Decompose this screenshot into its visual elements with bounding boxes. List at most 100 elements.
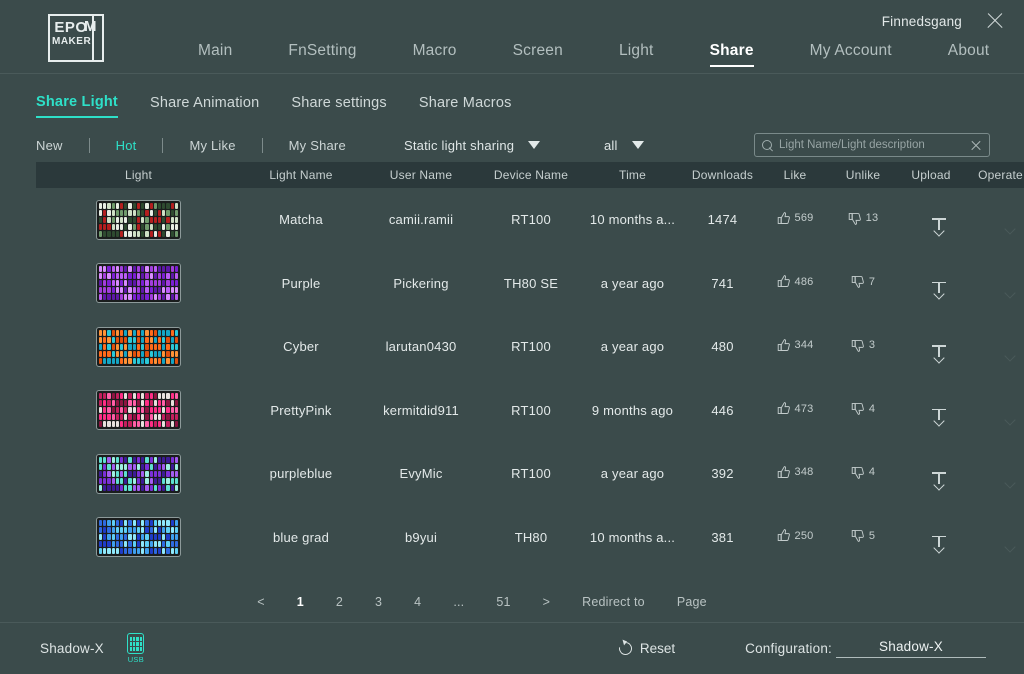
nav-item-my-account[interactable]: My Account [810,42,892,67]
nav-item-macro[interactable]: Macro [413,42,457,67]
column-operate: Operate [965,162,1024,188]
cell-upload[interactable] [897,442,965,506]
cell-unlike[interactable]: 7 [829,252,897,316]
reset-button[interactable]: Reset [619,641,675,656]
page-3[interactable]: 3 [359,595,398,609]
table-row[interactable]: Cyberlarutan0430RT100a year ago4803443 [36,315,1024,379]
cell-unlike[interactable]: 4 [829,442,897,506]
nav-item-main[interactable]: Main [198,42,232,67]
table-row[interactable]: blue gradb9yuiTH8010 months a...3812505 [36,506,1024,570]
cell-user-name: camii.ramii [361,188,481,252]
page-1[interactable]: 1 [281,595,320,609]
cell-light-name: purpleblue [241,442,361,506]
redirect-to-label: Redirect to [566,595,661,609]
tab-share-animation[interactable]: Share Animation [150,95,259,117]
cell-like[interactable]: 473 [761,379,829,443]
cell-operate[interactable] [965,315,1024,379]
user-area: Finnedsgang [882,10,1006,32]
cell-like[interactable]: 486 [761,252,829,316]
table-body: Matchacamii.ramiiRT10010 months a...1474… [36,188,1024,569]
table-row[interactable]: purpleblueEvyMicRT100a year ago3923484 [36,442,1024,506]
page-4[interactable]: 4 [398,595,437,609]
nav-item-about[interactable]: About [948,42,990,67]
cell-like[interactable]: 250 [761,506,829,570]
thumbs-up-icon [777,338,792,353]
reset-label: Reset [640,641,675,656]
thumbs-up-icon [777,401,792,416]
tab-share-settings[interactable]: Share settings [291,95,387,117]
cell-downloads: 446 [684,379,761,443]
light-preview-thumbnail[interactable] [96,263,181,303]
cell-downloads: 480 [684,315,761,379]
light-preview-thumbnail[interactable] [96,200,181,240]
cell-like[interactable]: 344 [761,315,829,379]
cell-upload[interactable] [897,379,965,443]
unlike-count: 4 [869,466,875,478]
filter-new[interactable]: New [36,138,89,153]
share-subtabs: Share Light Share Animation Share settin… [0,74,1024,118]
table-row[interactable]: Matchacamii.ramiiRT10010 months a...1474… [36,188,1024,252]
cell-operate[interactable] [965,379,1024,443]
search-box[interactable] [754,133,990,157]
cell-downloads: 741 [684,252,761,316]
device-filter-select[interactable]: all [604,132,754,158]
cell-like[interactable]: 569 [761,188,829,252]
cell-light-name: PrettyPink [241,379,361,443]
keyboard-keys [99,330,178,364]
filter-my-like[interactable]: My Like [163,138,261,153]
tab-share-light[interactable]: Share Light [36,94,118,118]
column-upload: Upload [897,162,965,188]
search-input[interactable] [779,139,964,151]
keyboard-keys [99,457,178,491]
cell-operate[interactable] [965,188,1024,252]
cell-unlike[interactable]: 3 [829,315,897,379]
filter-hot[interactable]: Hot [90,138,163,153]
configuration-value[interactable]: Shadow-X [836,639,986,658]
cell-upload[interactable] [897,188,965,252]
nav-item-screen[interactable]: Screen [513,42,563,67]
usb-keyboard-icon[interactable]: USB [121,633,151,664]
cell-upload[interactable] [897,315,965,379]
page-next[interactable]: > [527,595,567,609]
cell-upload[interactable] [897,252,965,316]
cell-device-name: TH80 [481,506,581,570]
cell-like[interactable]: 348 [761,442,829,506]
unlike-count: 5 [869,530,875,542]
tab-share-macros[interactable]: Share Macros [419,95,512,117]
close-icon[interactable] [984,10,1006,32]
filter-my-share[interactable]: My Share [263,138,372,153]
cell-downloads: 392 [684,442,761,506]
thumbs-down-icon [851,338,866,353]
nav-item-fnsetting[interactable]: FnSetting [288,42,356,67]
cell-operate[interactable] [965,252,1024,316]
thumbs-up-icon [777,465,792,480]
unlike-count: 13 [866,212,879,224]
light-preview-thumbnail[interactable] [96,327,181,367]
page-label: Page [661,595,723,609]
account-name[interactable]: Finnedsgang [882,14,962,29]
cell-unlike[interactable]: 13 [829,188,897,252]
table-row[interactable]: PurplePickeringTH80 SEa year ago7414867 [36,252,1024,316]
cell-unlike[interactable]: 4 [829,379,897,443]
page-51[interactable]: 51 [480,595,526,609]
cell-operate[interactable] [965,506,1024,570]
chevron-down-icon [528,141,540,149]
share-light-table: Light Light Name User Name Device Name T… [0,162,1024,582]
like-count: 348 [795,466,814,478]
light-preview-thumbnail[interactable] [96,517,181,557]
page-2[interactable]: 2 [320,595,359,609]
cell-upload[interactable] [897,506,965,570]
clear-search-icon[interactable] [970,139,982,151]
nav-item-share[interactable]: Share [710,42,754,67]
cell-operate[interactable] [965,442,1024,506]
sharing-type-select[interactable]: Static light sharing [404,132,604,158]
light-preview-thumbnail[interactable] [96,390,181,430]
refresh-icon [616,639,634,657]
light-preview-thumbnail[interactable] [96,454,181,494]
nav-item-light[interactable]: Light [619,42,654,67]
cell-unlike[interactable]: 5 [829,506,897,570]
column-light-name: Light Name [241,162,361,188]
page-prev[interactable]: < [241,595,281,609]
cell-user-name: EvyMic [361,442,481,506]
table-row[interactable]: PrettyPinkkermitdid911RT1009 months ago4… [36,379,1024,443]
